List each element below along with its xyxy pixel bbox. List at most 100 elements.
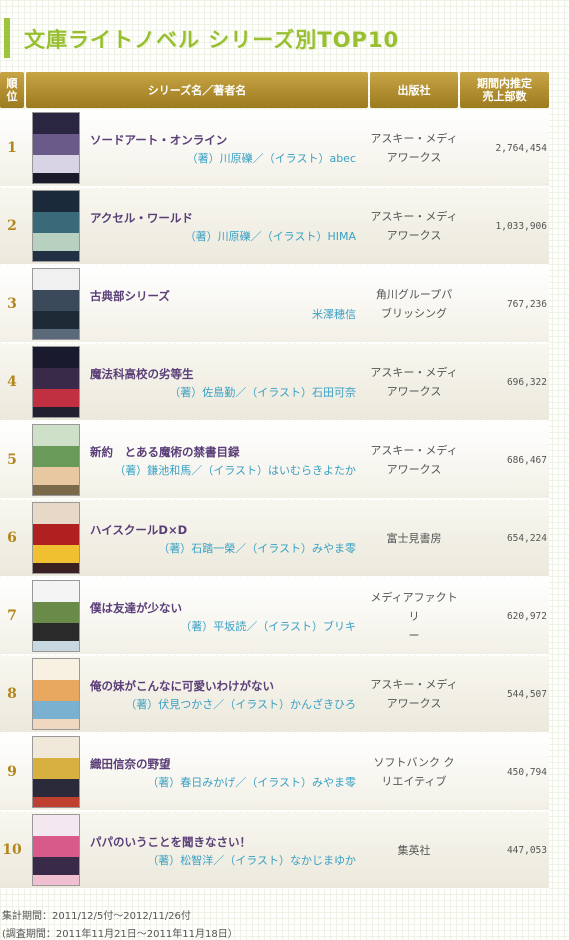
header-series-label: シリーズ名／著者名 (147, 83, 247, 97)
author-credit[interactable]: （著）春日みかげ／（イラスト）みやま零 (147, 774, 356, 790)
author-credit[interactable]: （著）石踏一榮／（イラスト）みやま零 (158, 540, 356, 556)
rank-number: 2 (7, 218, 17, 234)
author-credit[interactable]: （著）川原礫／（イラスト）abec (187, 150, 356, 166)
book-cover-image (32, 580, 80, 652)
header-sales-line2: 売上部数 (482, 90, 527, 103)
publisher-line-1: アスキー・メディ (370, 366, 458, 379)
publisher-name: アスキー・メディ アワークス (370, 188, 458, 264)
series-title: アクセル・ワールド (90, 211, 193, 225)
publisher-line-2: アワークス (386, 151, 442, 164)
publisher-line-1: ソフトバンク ク (373, 756, 455, 769)
publisher-line-2: アワークス (386, 697, 442, 710)
book-cover-image (32, 112, 80, 184)
publisher-line-2: アワークス (386, 385, 442, 398)
publisher-line-1: アスキー・メディ (370, 132, 458, 145)
rank-number: 4 (7, 374, 17, 390)
publisher-line-1: 富士見書房 (386, 531, 442, 545)
publisher-line-1: アスキー・メディ (370, 678, 458, 691)
author-credit[interactable]: （著）鎌池和馬／（イラスト）はいむらきよたか (114, 462, 356, 478)
publisher-line-2: アワークス (386, 229, 442, 242)
footer-period: 集計期間：2011/12/5付〜2012/11/26付 (2, 911, 191, 922)
series-title: 古典部シリーズ (90, 289, 170, 303)
author-credit[interactable]: （著）川原礫／（イラスト）HIMA (185, 228, 356, 244)
book-cover-image (32, 736, 80, 808)
publisher-line-2: リエイティブ (381, 775, 447, 788)
publisher-line-1: アスキー・メディ (370, 210, 458, 223)
rank-number: 5 (7, 452, 17, 468)
publisher-name: ソフトバンク クリエイティブ (370, 734, 458, 810)
series-title: ソードアート・オンライン (90, 133, 228, 147)
rank-number: 10 (2, 842, 22, 858)
series-title: 織田信奈の野望 (90, 757, 171, 771)
publisher-line-2: ブリッシング (381, 307, 447, 320)
header-publisher-label: 出版社 (397, 83, 431, 97)
rank-number: 9 (7, 764, 17, 780)
publisher-name: アスキー・メディ アワークス (370, 110, 458, 186)
header-series: シリーズ名／著者名 (26, 72, 368, 108)
rank-number: 3 (7, 296, 17, 312)
series-title: パパのいうことを聞きなさい！ (90, 835, 251, 849)
table-row: 10 パパのいうことを聞きなさい！ （著）松智洋／（イラスト）なかじまゆか 集英社 44… (0, 812, 549, 889)
author-credit[interactable]: 米澤穂信 (312, 306, 356, 322)
book-cover-image (32, 502, 80, 574)
author-credit[interactable]: （著）伏見つかさ／（イラスト）かんざきひろ (125, 696, 356, 712)
rank-number: 6 (7, 530, 17, 546)
header-sales: 期間内推定 売上部数 (460, 72, 549, 108)
publisher-name: アスキー・メディ アワークス (370, 656, 458, 732)
series-title: 俺の妹がこんなに可愛いわけがない (90, 679, 274, 693)
publisher-name: アスキー・メディ アワークス (370, 344, 458, 420)
sales-count: 686,467 (506, 454, 547, 466)
header-publisher: 出版社 (370, 72, 458, 108)
publisher-line-2: アワークス (386, 463, 442, 476)
table-row: 9 織田信奈の野望 （著）春日みかげ／（イラスト）みやま零 ソフトバンク クリエイティ… (0, 734, 549, 811)
book-cover-image (32, 814, 80, 886)
table-row: 8 俺の妹がこんなに可愛いわけがない （著）伏見つかさ／（イラスト）かんざきひろ アス… (0, 656, 549, 733)
publisher-line-1: 集英社 (397, 843, 431, 857)
header-rank: 順 位 (0, 72, 24, 108)
sales-count: 696,322 (506, 376, 547, 388)
table-row: 6 ハイスクールD×D （著）石踏一榮／（イラスト）みやま零 富士見書房 654,224 (0, 500, 549, 577)
rank-number: 8 (7, 686, 17, 702)
table-row: 7 僕は友達が少ない （著）平坂読／（イラスト）ブリキ メディアファクトリー 620,9… (0, 578, 549, 655)
book-cover-image (32, 190, 80, 262)
sales-count: 447,053 (506, 844, 547, 856)
publisher-line-1: メディアファクトリ (370, 590, 458, 623)
publisher-name: アスキー・メディ アワークス (370, 422, 458, 498)
header-rank-label: 順 位 (6, 77, 18, 103)
sales-count: 544,507 (506, 688, 547, 700)
publisher-name: 集英社 (370, 812, 458, 888)
author-credit[interactable]: （著）平坂読／（イラスト）ブリキ (180, 618, 356, 634)
publisher-name: メディアファクトリー (370, 578, 458, 654)
publisher-name: 角川グループパ ブリッシング (370, 266, 458, 342)
table-row: 3 古典部シリーズ 米澤穂信 角川グループパ ブリッシング 767,236 (0, 266, 549, 343)
author-credit[interactable]: （著）松智洋／（イラスト）なかじまゆか (147, 852, 356, 868)
publisher-line-1: 角川グループパ (375, 288, 453, 301)
sales-count: 654,224 (506, 532, 547, 544)
author-credit[interactable]: （著）佐島勤／（イラスト）石田可奈 (169, 384, 356, 400)
rank-number: 7 (7, 608, 17, 624)
sales-count: 450,794 (506, 766, 547, 778)
table-row: 1 ソードアート・オンライン （著）川原礫／（イラスト）abec アスキー・メディ アワ… (0, 110, 549, 187)
sales-count: 1,033,906 (495, 220, 547, 232)
series-title: ハイスクールD×D (90, 523, 188, 537)
series-title: 僕は友達が少ない (90, 601, 182, 615)
book-cover-image (32, 424, 80, 496)
sales-count: 620,972 (506, 610, 547, 622)
rank-number: 1 (7, 140, 17, 156)
publisher-line-2: ー (408, 628, 420, 642)
book-cover-image (32, 268, 80, 340)
table-row: 4 魔法科高校の劣等生 （著）佐島勤／（イラスト）石田可奈 アスキー・メディ アワークス… (0, 344, 549, 421)
section-title: 文庫ライトノベル シリーズ別TOP10 (24, 28, 400, 52)
table-row: 5 新約 とある魔術の禁書目録 （著）鎌池和馬／（イラスト）はいむらきよたか アスキー… (0, 422, 549, 499)
series-title: 新約 とある魔術の禁書目録 (90, 445, 240, 459)
series-title: 魔法科高校の劣等生 (90, 367, 194, 381)
publisher-line-1: アスキー・メディ (370, 444, 458, 457)
book-cover-image (32, 658, 80, 730)
header-sales-line1: 期間内推定 (477, 77, 532, 90)
table-header: 順 位 シリーズ名／著者名 出版社 期間内推定 売上部数 (0, 72, 549, 108)
publisher-name: 富士見書房 (370, 500, 458, 576)
book-cover-image (32, 346, 80, 418)
section-title-bar: 文庫ライトノベル シリーズ別TOP10 (4, 18, 560, 58)
sales-count: 2,764,454 (495, 142, 547, 154)
table-row: 2 アクセル・ワールド （著）川原礫／（イラスト）HIMA アスキー・メディ アワークス… (0, 188, 549, 265)
